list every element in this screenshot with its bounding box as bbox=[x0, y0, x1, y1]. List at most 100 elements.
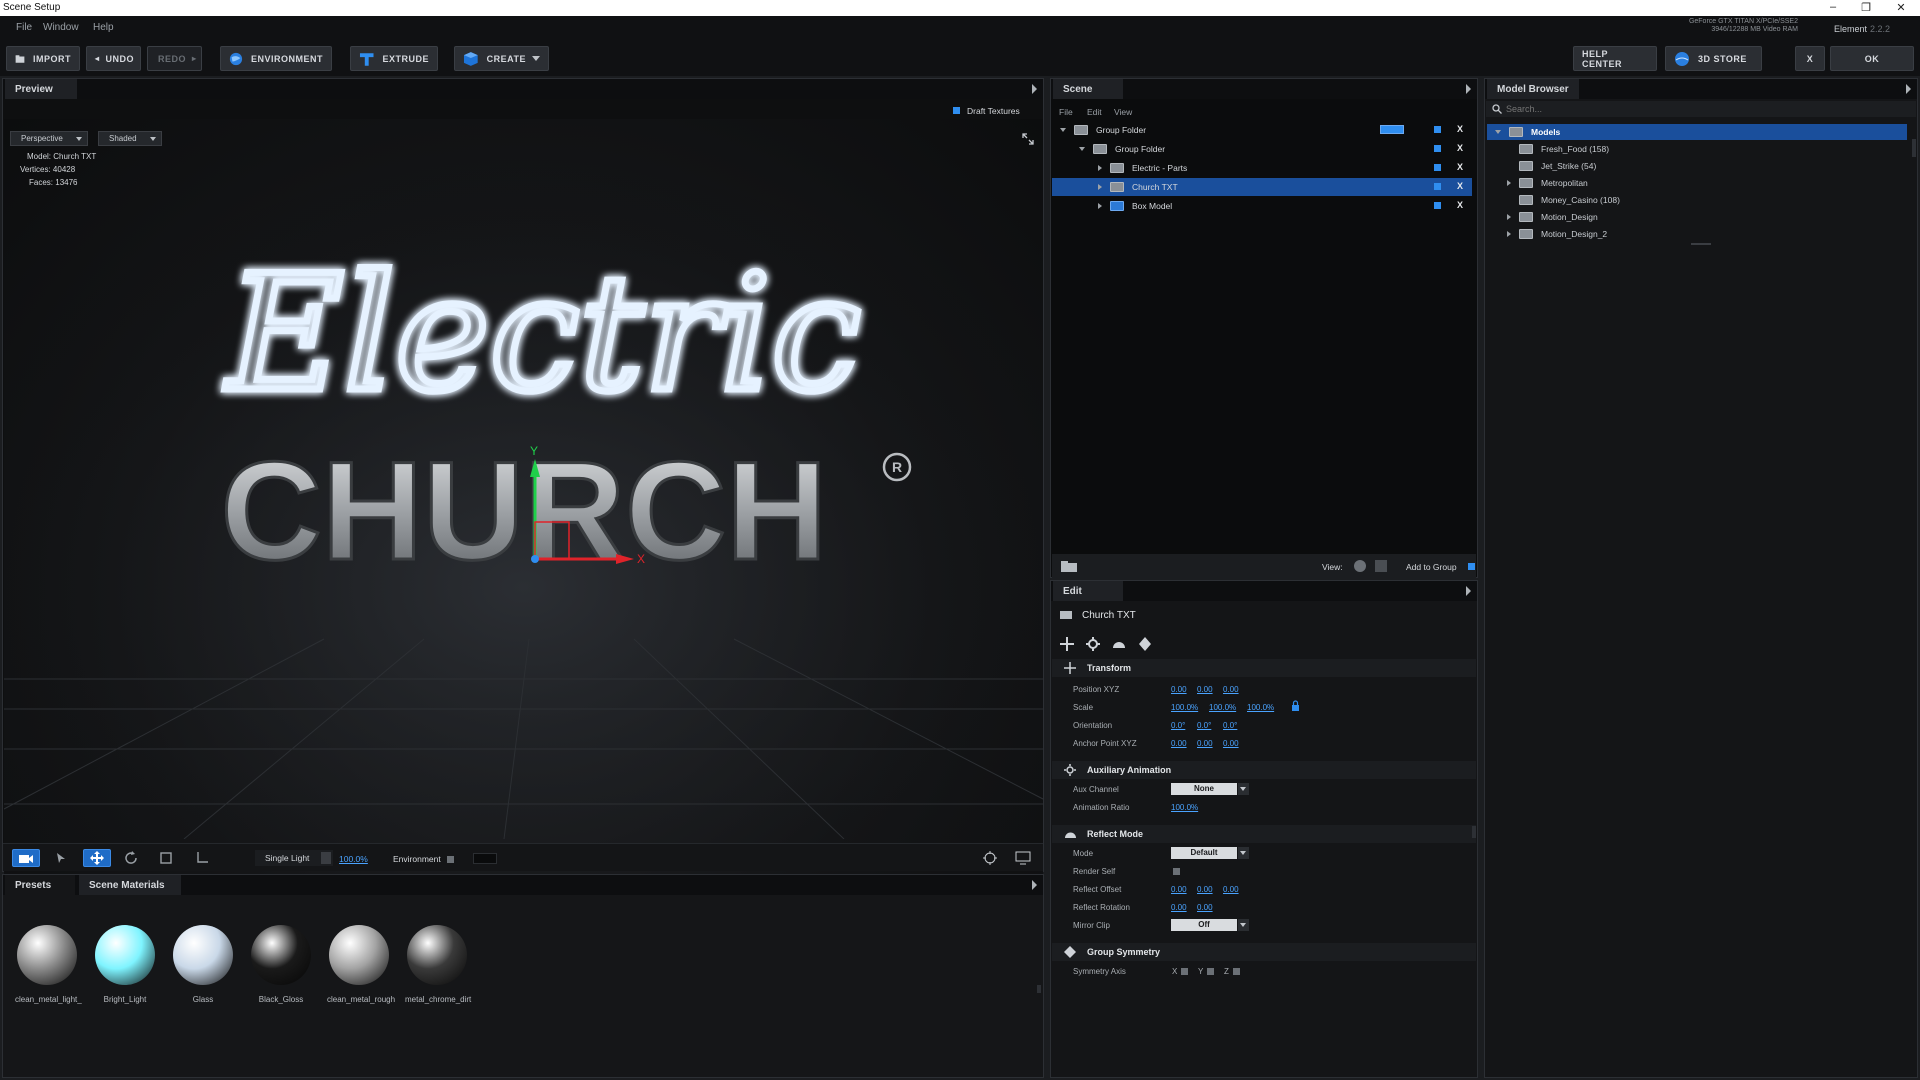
collapse-arrow-icon[interactable] bbox=[1495, 130, 1501, 134]
restore-button[interactable]: ❐ bbox=[1855, 1, 1877, 14]
light-intensity-value[interactable]: 100.0% bbox=[339, 854, 368, 864]
anchor-z[interactable]: 0.00 bbox=[1223, 739, 1239, 748]
delete-item-button[interactable]: X bbox=[1457, 181, 1463, 191]
add-to-group-checkbox[interactable] bbox=[1468, 563, 1475, 570]
symmetry-x-checkbox[interactable] bbox=[1181, 968, 1188, 975]
tab-scene[interactable]: Scene bbox=[1053, 79, 1123, 99]
reflect-tab-icon[interactable] bbox=[1111, 636, 1127, 652]
scene-tree-item[interactable]: Electric - Parts X bbox=[1052, 159, 1472, 177]
material-item[interactable]: clean_metal_rough bbox=[327, 925, 395, 1004]
edit-collapse-arrow-icon[interactable] bbox=[1466, 586, 1471, 596]
reflect-offset-x[interactable]: 0.00 bbox=[1171, 885, 1187, 894]
collapse-arrow-icon[interactable] bbox=[1060, 128, 1066, 132]
tab-scene-materials[interactable]: Scene Materials bbox=[79, 875, 181, 895]
scene-tree-item[interactable]: Group Folder X bbox=[1052, 121, 1472, 139]
visibility-toggle[interactable] bbox=[1434, 145, 1441, 152]
symmetry-z-checkbox[interactable] bbox=[1233, 968, 1240, 975]
material-item[interactable]: Glass bbox=[171, 925, 235, 1004]
scene-menu-view[interactable]: View bbox=[1114, 107, 1132, 117]
new-folder-icon[interactable] bbox=[1060, 560, 1078, 573]
model-tree-item[interactable]: Fresh_Food (158) bbox=[1487, 141, 1787, 157]
model-tree-item[interactable]: Models bbox=[1487, 124, 1907, 140]
tab-model-browser[interactable]: Model Browser bbox=[1487, 79, 1579, 99]
environment-checkbox[interactable] bbox=[447, 856, 454, 863]
materials-collapse-arrow-icon[interactable] bbox=[1032, 880, 1037, 890]
camera-tool-button[interactable] bbox=[12, 849, 40, 867]
scale-tool-button[interactable] bbox=[152, 849, 180, 867]
browser-scrollbar[interactable] bbox=[1912, 139, 1916, 157]
gizmo-pivot[interactable] bbox=[531, 555, 539, 563]
model-tree-item[interactable]: Metropolitan bbox=[1487, 175, 1787, 191]
select-tool-button[interactable] bbox=[47, 849, 75, 867]
axis-tool-button[interactable] bbox=[188, 849, 216, 867]
environment-swatch[interactable] bbox=[473, 853, 497, 864]
transform-tab-icon[interactable] bbox=[1059, 636, 1075, 652]
auxiliary-animation-section[interactable]: Auxiliary Animation bbox=[1052, 761, 1476, 779]
view-sphere-icon[interactable] bbox=[1354, 560, 1366, 572]
shading-select[interactable]: Shaded bbox=[98, 131, 162, 146]
animation-tab-icon[interactable] bbox=[1085, 636, 1101, 652]
close-window-button[interactable]: ✕ bbox=[1890, 1, 1912, 14]
import-button[interactable]: IMPORT bbox=[6, 46, 80, 71]
ok-button[interactable]: OK bbox=[1830, 46, 1914, 71]
orientation-y[interactable]: 0.0° bbox=[1197, 721, 1211, 730]
rotate-tool-button[interactable] bbox=[117, 849, 145, 867]
scene-tree-item[interactable]: Group Folder X bbox=[1052, 140, 1472, 158]
minimize-button[interactable]: – bbox=[1822, 1, 1844, 13]
browser-search[interactable] bbox=[1486, 101, 1916, 117]
extrude-button[interactable]: EXTRUDE bbox=[350, 46, 438, 71]
edit-scrollbar[interactable] bbox=[1472, 826, 1476, 838]
mirror-clip-select[interactable]: Off bbox=[1171, 919, 1249, 931]
reflect-offset-y[interactable]: 0.00 bbox=[1197, 885, 1213, 894]
aux-channel-select[interactable]: None bbox=[1171, 783, 1249, 795]
reflect-offset-z[interactable]: 0.00 bbox=[1223, 885, 1239, 894]
transform-section[interactable]: Transform bbox=[1052, 659, 1476, 677]
render-self-checkbox[interactable] bbox=[1173, 868, 1180, 875]
material-item[interactable]: metal_chrome_dirt bbox=[405, 925, 471, 1004]
collapse-arrow-icon[interactable] bbox=[1032, 84, 1037, 94]
tab-presets[interactable]: Presets bbox=[5, 875, 75, 895]
3d-viewport[interactable]: CHURCH R Electric Y X bbox=[4, 119, 1043, 917]
maximize-viewport-icon[interactable] bbox=[1021, 132, 1035, 146]
reflect-rotation-y[interactable]: 0.00 bbox=[1197, 903, 1213, 912]
scale-x[interactable]: 100.0% bbox=[1171, 703, 1198, 712]
scale-z[interactable]: 100.0% bbox=[1247, 703, 1274, 712]
expand-arrow-icon[interactable] bbox=[1098, 203, 1102, 209]
display-tool-button[interactable] bbox=[1009, 849, 1037, 867]
help-center-button[interactable]: HELP CENTER bbox=[1573, 46, 1657, 71]
group-color-swatch[interactable] bbox=[1380, 125, 1404, 134]
position-y[interactable]: 0.00 bbox=[1197, 685, 1213, 694]
draft-textures-checkbox[interactable] bbox=[953, 107, 960, 114]
position-x[interactable]: 0.00 bbox=[1171, 685, 1187, 694]
visibility-toggle[interactable] bbox=[1434, 202, 1441, 209]
lock-icon[interactable] bbox=[1291, 700, 1300, 712]
model-tree-item[interactable]: Motion_Design_2 bbox=[1487, 226, 1787, 242]
expand-arrow-icon[interactable] bbox=[1098, 165, 1102, 171]
browser-collapse-arrow-icon[interactable] bbox=[1906, 84, 1911, 94]
3d-store-button[interactable]: 3D STORE bbox=[1665, 46, 1762, 71]
scene-collapse-arrow-icon[interactable] bbox=[1466, 84, 1471, 94]
environment-button[interactable]: ENVIRONMENT bbox=[220, 46, 332, 71]
material-item[interactable]: Black_Gloss bbox=[249, 925, 313, 1004]
anchor-y[interactable]: 0.00 bbox=[1197, 739, 1213, 748]
scene-tree-item[interactable]: Box Model X bbox=[1052, 197, 1472, 215]
tab-preview[interactable]: Preview bbox=[5, 79, 77, 99]
move-tool-button[interactable] bbox=[83, 849, 111, 867]
redo-button[interactable]: REDO ▸ bbox=[147, 46, 202, 71]
scene-tree-item[interactable]: Church TXT X bbox=[1052, 178, 1472, 196]
reflect-mode-select[interactable]: Default bbox=[1171, 847, 1249, 859]
undo-button[interactable]: ◂ UNDO bbox=[86, 46, 141, 71]
delete-item-button[interactable]: X bbox=[1457, 124, 1463, 134]
visibility-toggle[interactable] bbox=[1434, 126, 1441, 133]
tab-edit[interactable]: Edit bbox=[1053, 581, 1123, 601]
add-to-group-label[interactable]: Add to Group bbox=[1406, 562, 1457, 572]
delete-item-button[interactable]: X bbox=[1457, 143, 1463, 153]
materials-scrollbar[interactable] bbox=[1037, 985, 1041, 993]
browser-resize-handle[interactable] bbox=[1691, 243, 1711, 245]
model-tree-item[interactable]: Money_Casino (108) bbox=[1487, 192, 1787, 208]
camera-select[interactable]: Perspective bbox=[10, 131, 88, 146]
material-item[interactable]: clean_metal_light_ bbox=[15, 925, 82, 1004]
scale-y[interactable]: 100.0% bbox=[1209, 703, 1236, 712]
delete-item-button[interactable]: X bbox=[1457, 162, 1463, 172]
create-button[interactable]: CREATE bbox=[454, 46, 549, 71]
